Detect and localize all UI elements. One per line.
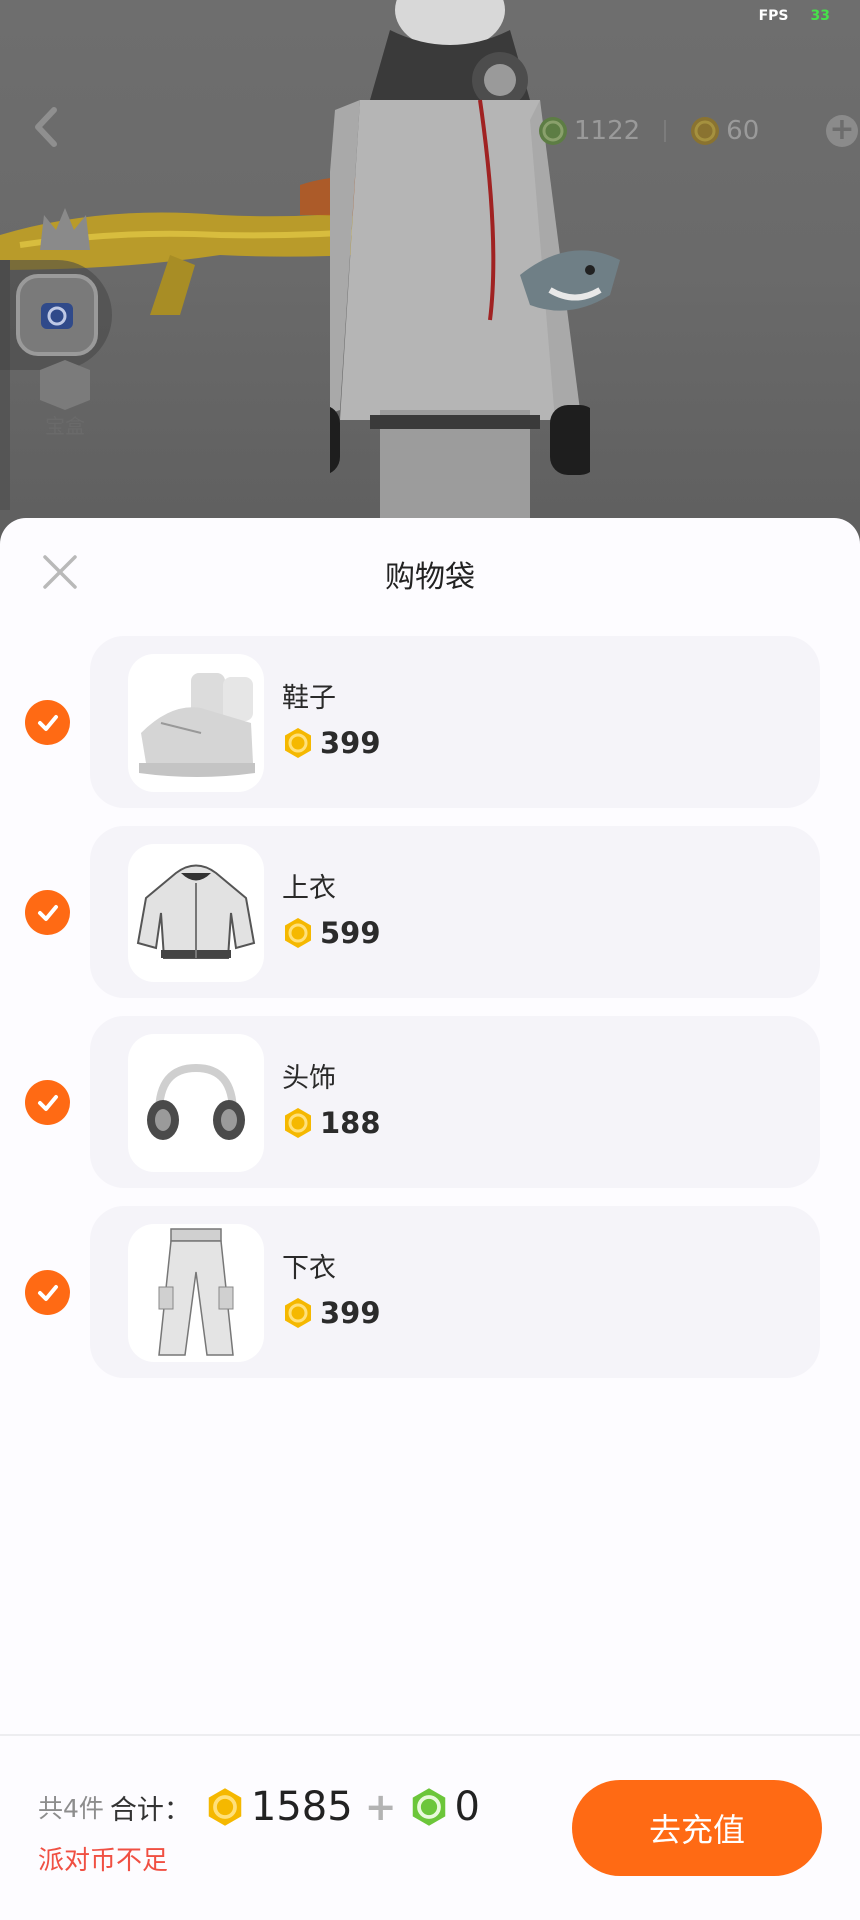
item-card[interactable]: 下衣 399 xyxy=(90,1206,820,1378)
gold-coin-icon xyxy=(208,1788,242,1826)
item-checkbox[interactable] xyxy=(25,1270,70,1315)
add-currency-button[interactable]: + xyxy=(826,115,858,147)
item-price: 599 xyxy=(282,916,381,950)
gold-coin-amount: 60 xyxy=(726,116,760,146)
green-total: 0 xyxy=(409,1784,480,1830)
jacket-icon xyxy=(136,864,256,959)
shark-pet-decoration xyxy=(520,250,620,311)
cart-item: 头饰 188 xyxy=(0,1016,860,1206)
divider xyxy=(664,120,667,142)
sheet-header: 购物袋 xyxy=(0,518,860,628)
camera-button[interactable] xyxy=(16,274,98,356)
plus-sign: + xyxy=(364,1785,397,1829)
chevron-left-icon xyxy=(35,107,57,147)
shopping-bag-sheet: 购物袋 鞋子 399 上衣 599 头饰 188 下衣 399 xyxy=(0,518,860,1920)
cart-item: 下衣 399 xyxy=(0,1206,860,1396)
item-thumbnail xyxy=(128,1034,264,1172)
green-coin-balance: 1122 60 xyxy=(538,116,759,146)
item-price-value: 188 xyxy=(320,1106,381,1140)
item-card[interactable]: 头饰 188 xyxy=(90,1016,820,1188)
item-thumbnail xyxy=(128,654,264,792)
recharge-button[interactable]: 去充值 xyxy=(572,1780,822,1876)
gold-total-value: 1585 xyxy=(250,1784,353,1830)
gold-coin-icon xyxy=(285,1108,311,1138)
order-summary: 共4件 合计： 1585 + 0 xyxy=(38,1784,480,1830)
crown-icon xyxy=(40,208,90,250)
green-total-value: 0 xyxy=(454,1784,480,1830)
cart-item: 鞋子 399 xyxy=(0,636,860,826)
checkout-footer: 共4件 合计： 1585 + 0 派对币不足 去充值 xyxy=(0,1734,860,1920)
item-price-value: 399 xyxy=(320,726,381,760)
gold-coin-icon xyxy=(285,918,311,948)
check-icon xyxy=(37,714,58,731)
gold-coin-icon xyxy=(691,117,720,145)
item-count: 共4件 xyxy=(38,1794,104,1823)
fps-value: 33 xyxy=(810,8,830,24)
fps-counter: FPS 33 xyxy=(759,8,830,24)
item-checkbox[interactable] xyxy=(25,1080,70,1125)
item-checkbox[interactable] xyxy=(25,700,70,745)
green-coin-amount: 1122 xyxy=(574,116,641,146)
gold-coin-icon xyxy=(285,1298,311,1328)
item-price-value: 399 xyxy=(320,1296,381,1330)
game-scene-background: FPS 33 1122 60 + 宝盒 xyxy=(0,0,860,540)
fps-label: FPS xyxy=(758,8,789,24)
back-button[interactable] xyxy=(28,104,64,150)
camera-icon xyxy=(41,303,73,329)
cart-item: 上衣 599 xyxy=(0,826,860,1016)
insufficient-funds-warning: 派对币不足 xyxy=(38,1846,169,1876)
item-price-value: 599 xyxy=(320,916,381,950)
item-name: 下衣 xyxy=(282,1253,336,1284)
item-price: 399 xyxy=(282,726,381,760)
cart-item-list: 鞋子 399 上衣 599 头饰 188 下衣 399 xyxy=(0,636,860,1396)
currency-bar: 1122 60 + xyxy=(538,108,860,154)
item-name: 鞋子 xyxy=(282,683,336,714)
total-label: 合计： xyxy=(109,1794,191,1826)
check-icon xyxy=(37,1284,58,1301)
headphones-icon xyxy=(147,1063,245,1140)
check-icon xyxy=(37,1094,58,1111)
item-card[interactable]: 鞋子 399 xyxy=(90,636,820,808)
item-thumbnail xyxy=(128,844,264,982)
item-name: 上衣 xyxy=(282,873,336,904)
item-price: 188 xyxy=(282,1106,381,1140)
gold-total: 1585 xyxy=(205,1784,353,1830)
green-coin-icon xyxy=(539,117,567,145)
item-name: 头饰 xyxy=(282,1063,336,1094)
green-coin-icon xyxy=(412,1788,445,1826)
item-thumbnail xyxy=(128,1224,264,1362)
item-checkbox[interactable] xyxy=(25,890,70,935)
treasure-box-label: 宝盒 xyxy=(45,414,85,438)
item-price: 399 xyxy=(282,1296,381,1330)
sneakers-icon xyxy=(139,673,255,777)
gold-coin-icon xyxy=(285,728,311,758)
sheet-title: 购物袋 xyxy=(385,560,475,595)
item-card[interactable]: 上衣 599 xyxy=(90,826,820,998)
cargo-pants-icon xyxy=(158,1228,234,1356)
check-icon xyxy=(37,904,58,921)
